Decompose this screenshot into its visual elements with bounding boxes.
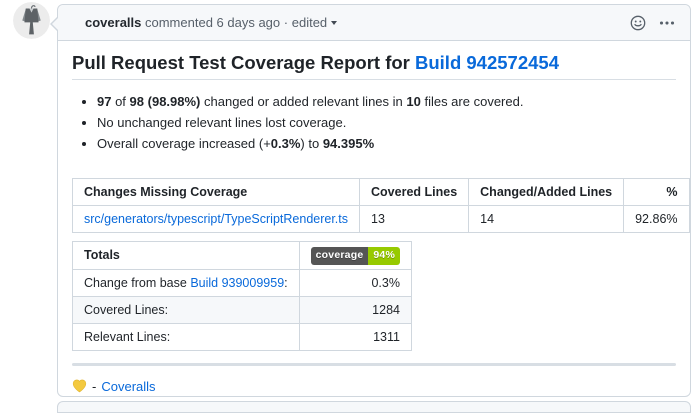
comment-author-link[interactable]: coveralls (85, 15, 141, 30)
coveralls-avatar[interactable] (13, 2, 50, 39)
report-title-text: Pull Request Test Coverage Report for (72, 52, 415, 73)
file-count: 10 (406, 94, 420, 109)
percent-covered: (98.98%) (148, 94, 201, 109)
edited-dropdown[interactable]: edited (292, 15, 337, 30)
covered-lines-label: Covered Lines: (73, 296, 300, 323)
kebab-icon (659, 15, 675, 31)
coverage-badge[interactable]: coverage94% (311, 247, 400, 265)
table-row: src/generators/typescript/TypeScriptRend… (73, 206, 690, 233)
coveralls-garment-icon (13, 2, 50, 39)
totals-header-row: Totals coverage94% (73, 242, 412, 270)
file-link[interactable]: src/generators/typescript/TypeScriptRend… (84, 212, 348, 226)
summary-item-coverage: 97 of 98 (98.98%) changed or added relev… (97, 92, 676, 112)
timeline-comment: coveralls commented 6 days ago · edited (57, 4, 691, 397)
change-from-base-value: 0.3% (299, 269, 411, 296)
text: files are covered. (421, 94, 524, 109)
coverage-delta: 0.3% (271, 136, 301, 151)
relevant-lines-label: Relevant Lines: (73, 323, 300, 350)
comment-options-button[interactable] (659, 15, 675, 31)
col-changes-missing-coverage: Changes Missing Coverage (73, 179, 360, 206)
covered-lines-total: 1284 (299, 296, 411, 323)
colon: : (284, 276, 287, 290)
change-from-base-text: Change from base (84, 276, 190, 290)
covered-lines-value: 13 (360, 206, 469, 233)
total-count: 98 (130, 94, 144, 109)
coveralls-footer: - Coveralls (72, 379, 676, 394)
add-reaction-button[interactable] (630, 15, 646, 31)
table-header-row: Changes Missing Coverage Covered Lines C… (73, 179, 690, 206)
col-covered-lines: Covered Lines (360, 179, 469, 206)
text: ) to (300, 136, 322, 151)
build-link[interactable]: Build 942572454 (415, 52, 559, 73)
chevron-down-icon (331, 21, 337, 25)
text: of (111, 94, 129, 109)
changed-added-lines-value: 14 (469, 206, 624, 233)
coveralls-link[interactable]: Coveralls (101, 379, 155, 394)
text: Overall coverage increased (+ (97, 136, 271, 151)
smiley-icon (630, 15, 646, 31)
badge-label: coverage (311, 247, 369, 265)
comment-timestamp[interactable]: commented 6 days ago (145, 15, 280, 30)
relevant-lines-row: Relevant Lines: 1311 (73, 323, 412, 350)
badge-value: 94% (368, 247, 400, 265)
relevant-lines-total: 1311 (299, 323, 411, 350)
footer-dash: - (92, 379, 96, 394)
text: changed or added relevant lines in (200, 94, 406, 109)
covered-lines-row: Covered Lines: 1284 (73, 296, 412, 323)
base-build-link[interactable]: Build 939009959 (190, 276, 284, 290)
comment-header: coveralls commented 6 days ago · edited (58, 5, 690, 41)
change-from-base-row: Change from base Build 939009959: 0.3% (73, 269, 412, 296)
comment-caret-inner (52, 16, 60, 32)
yellow-heart-icon (72, 379, 87, 393)
totals-label: Totals (73, 242, 300, 270)
summary-item-overall: Overall coverage increased (+0.3%) to 94… (97, 134, 676, 154)
edited-label: edited (292, 15, 327, 30)
overall-coverage: 94.395% (323, 136, 374, 151)
col-changed-added-lines: Changed/Added Lines (469, 179, 624, 206)
header-actions (630, 15, 675, 31)
next-timeline-item-edge (57, 401, 691, 413)
report-title: Pull Request Test Coverage Report for Bu… (72, 51, 676, 80)
summary-list: 97 of 98 (98.98%) changed or added relev… (72, 92, 676, 154)
footer-divider (72, 363, 676, 366)
percent-value: 92.86% (624, 206, 689, 233)
changes-missing-coverage-table: Changes Missing Coverage Covered Lines C… (72, 178, 690, 233)
summary-item-unchanged: No unchanged relevant lines lost coverag… (97, 113, 676, 133)
covered-count: 97 (97, 94, 111, 109)
comment-body: Pull Request Test Coverage Report for Bu… (58, 41, 690, 402)
col-percent: % (624, 179, 689, 206)
totals-table: Totals coverage94% Change from base Buil… (72, 241, 412, 351)
